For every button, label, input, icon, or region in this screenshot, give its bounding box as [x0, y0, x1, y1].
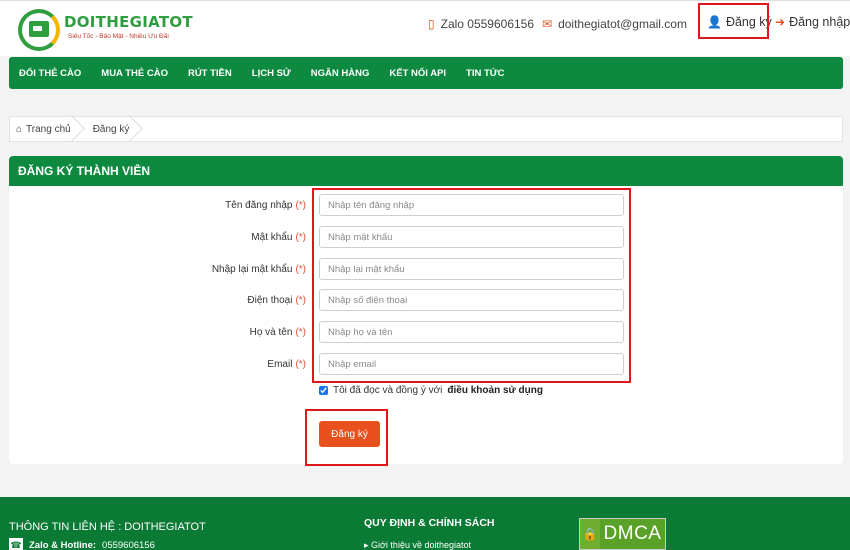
hotline-label: Zalo & Hotline:: [29, 539, 97, 550]
required-mark: (*): [295, 264, 306, 275]
login-label: Đăng nhập: [789, 15, 850, 29]
nav-item-doi-the-cao[interactable]: ĐỔI THẺ CÀO: [19, 68, 81, 79]
card-icon: [29, 21, 49, 37]
label-email: Email (*): [267, 359, 306, 370]
label-phone: Điện thoại (*): [247, 295, 306, 306]
nav-item-ngan-hang[interactable]: NGÂN HÀNG: [311, 68, 370, 79]
email-text: doithegiatot@gmail.com: [558, 17, 687, 31]
breadcrumb-home[interactable]: ⌂ Trang chủ: [10, 117, 87, 141]
terms-link[interactable]: điều khoản sử dụng: [447, 385, 543, 396]
nav-item-ket-noi-api[interactable]: KẾT NỐI API: [389, 68, 446, 79]
label-email-text: Email: [267, 359, 293, 370]
breadcrumb-current: Đăng ký: [87, 117, 146, 141]
breadcrumb: ⌂ Trang chủ Đăng ký: [9, 116, 843, 142]
register-link[interactable]: 👤 Đăng ký: [707, 15, 772, 29]
hotline-value[interactable]: 0559606156: [102, 540, 155, 550]
dmca-text: DMCA: [600, 519, 665, 549]
main-nav: ĐỔI THẺ CÀO MUA THẺ CÀO RÚT TIỀN LỊCH SỬ…: [9, 57, 843, 89]
agree-checkbox[interactable]: [319, 386, 328, 395]
password-input[interactable]: [319, 226, 624, 248]
register-label: Đăng ký: [725, 15, 772, 29]
label-password: Mật khẩu (*): [251, 232, 306, 243]
email-contact[interactable]: ✉ doithegiatot@gmail.com: [542, 17, 687, 31]
label-fullname: Họ và tên (*): [250, 327, 306, 338]
sign-in-icon: ➜: [775, 15, 786, 29]
footer-intro-link[interactable]: ▸ Giới thiệu về doithegiatot: [364, 540, 471, 550]
label-confirm-password: Nhập lại mật khẩu (*): [212, 264, 306, 275]
register-submit-button[interactable]: Đăng ký: [319, 421, 380, 447]
footer-intro-label: Giới thiệu về doithegiatot: [371, 540, 471, 550]
footer-policy-title: QUY ĐỊNH & CHÍNH SÁCH: [364, 517, 495, 529]
username-input[interactable]: [319, 194, 624, 216]
phone-icon: ☎: [9, 538, 23, 550]
zalo-contact[interactable]: ▯ Zalo 0559606156: [428, 17, 534, 31]
lock-icon: 🔒: [580, 519, 600, 549]
logo-tagline: Siêu Tốc - Bảo Mật - Nhiều Ưu Đãi: [68, 33, 169, 40]
nav-item-mua-the-cao[interactable]: MUA THẺ CÀO: [101, 68, 168, 79]
required-mark: (*): [295, 295, 306, 306]
required-mark: (*): [295, 359, 306, 370]
breadcrumb-current-label: Đăng ký: [92, 123, 130, 135]
email-input[interactable]: [319, 353, 624, 375]
label-username: Tên đăng nhập (*): [225, 200, 306, 211]
required-mark: (*): [295, 232, 306, 243]
label-phone-text: Điện thoại: [247, 295, 293, 306]
required-mark: (*): [295, 200, 306, 211]
site-logo[interactable]: DOITHEGIATOT Siêu Tốc - Bảo Mật - Nhiều …: [18, 9, 193, 53]
panel-title: ĐĂNG KÝ THÀNH VIÊN: [9, 156, 843, 186]
site-header: DOITHEGIATOT Siêu Tốc - Bảo Mật - Nhiều …: [0, 0, 850, 56]
footer-contact-title: THÔNG TIN LIÊN HỆ : DOITHEGIATOT: [9, 521, 206, 533]
required-mark: (*): [295, 327, 306, 338]
login-link[interactable]: ➜ Đăng nhập: [775, 15, 850, 29]
nav-item-tin-tuc[interactable]: TIN TỨC: [466, 68, 505, 79]
zalo-text: Zalo 0559606156: [440, 17, 535, 31]
phone-icon: ▯: [428, 17, 435, 31]
label-password-text: Mật khẩu: [251, 232, 293, 243]
nav-item-lich-su[interactable]: LỊCH SỬ: [252, 68, 291, 79]
agree-text: Tôi đã đọc và đồng ý với: [333, 385, 443, 396]
label-fullname-text: Họ và tên: [249, 327, 293, 338]
dmca-badge[interactable]: 🔒 DMCA: [579, 518, 666, 550]
label-username-text: Tên đăng nhập: [225, 200, 293, 211]
home-icon: ⌂: [16, 123, 23, 135]
phone-input[interactable]: [319, 289, 624, 311]
user-plus-icon: 👤: [707, 15, 722, 29]
logo-name: DOITHEGIATOT: [64, 13, 193, 31]
envelope-icon: ✉: [542, 17, 553, 31]
nav-item-rut-tien[interactable]: RÚT TIỀN: [188, 68, 232, 79]
breadcrumb-home-label: Trang chủ: [26, 123, 71, 135]
footer-hotline: ☎ Zalo & Hotline: 0559606156: [9, 538, 155, 550]
fullname-input[interactable]: [319, 321, 624, 343]
label-confirm-password-text: Nhập lại mật khẩu: [211, 264, 293, 275]
confirm-password-input[interactable]: [319, 258, 624, 280]
agree-terms[interactable]: Tôi đã đọc và đồng ý với điều khoản sử d…: [319, 385, 543, 396]
